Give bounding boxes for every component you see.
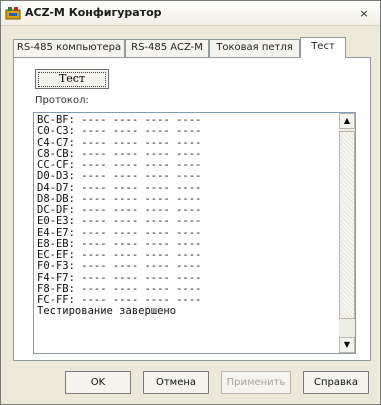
log-line: F0-F3: ---- ---- ---- ---- bbox=[37, 260, 202, 273]
protocol-log[interactable]: BC-BF: ---- ---- ---- ---- C0-C3: ---- --… bbox=[33, 112, 356, 354]
arrow-up-icon[interactable]: ▲ bbox=[339, 113, 355, 129]
tab-current-loop[interactable]: Токовая петля bbox=[209, 39, 300, 57]
configurator-window: ACZ-M Конфигуратор × RS-485 компьютера R… bbox=[0, 0, 381, 405]
log-line: C0-C3: ---- ---- ---- ---- bbox=[37, 125, 202, 138]
log-scrollbar[interactable]: ▲ ▼ bbox=[339, 113, 355, 353]
tab-rs485-computer[interactable]: RS-485 компьютера bbox=[13, 39, 125, 57]
tab-strip: RS-485 компьютера RS-485 ACZ-M Токовая п… bbox=[13, 37, 373, 58]
test-panel: Тест Протокол: BC-BF: ---- ---- ---- ---… bbox=[13, 57, 371, 361]
ok-button[interactable]: OK bbox=[65, 371, 131, 394]
arrow-down-icon[interactable]: ▼ bbox=[339, 337, 355, 353]
protocol-label: Протокол: bbox=[35, 95, 89, 106]
apply-button[interactable]: Применить bbox=[221, 371, 291, 394]
test-button[interactable]: Тест bbox=[35, 69, 109, 89]
log-line: E0-E3: ---- ---- ---- ---- bbox=[37, 215, 202, 228]
log-line: Тестирование завершено bbox=[37, 305, 177, 318]
help-button[interactable]: Справка bbox=[303, 371, 369, 394]
tab-rs485-acz-m[interactable]: RS-485 ACZ-M bbox=[125, 39, 209, 57]
title-bar[interactable]: ACZ-M Конфигуратор × bbox=[1, 1, 380, 26]
tab-test[interactable]: Тест bbox=[300, 37, 346, 58]
close-icon[interactable]: × bbox=[356, 6, 372, 21]
test-button-label: Тест bbox=[38, 72, 106, 87]
app-icon bbox=[5, 5, 21, 21]
log-line: D0-D3: ---- ---- ---- ---- bbox=[37, 170, 202, 183]
scrollbar-track[interactable] bbox=[339, 131, 355, 319]
window-title: ACZ-M Конфигуратор bbox=[25, 6, 162, 19]
cancel-button[interactable]: Отмена bbox=[143, 371, 209, 394]
protocol-log-lines: BC-BF: ---- ---- ---- ---- C0-C3: ---- --… bbox=[37, 114, 337, 318]
